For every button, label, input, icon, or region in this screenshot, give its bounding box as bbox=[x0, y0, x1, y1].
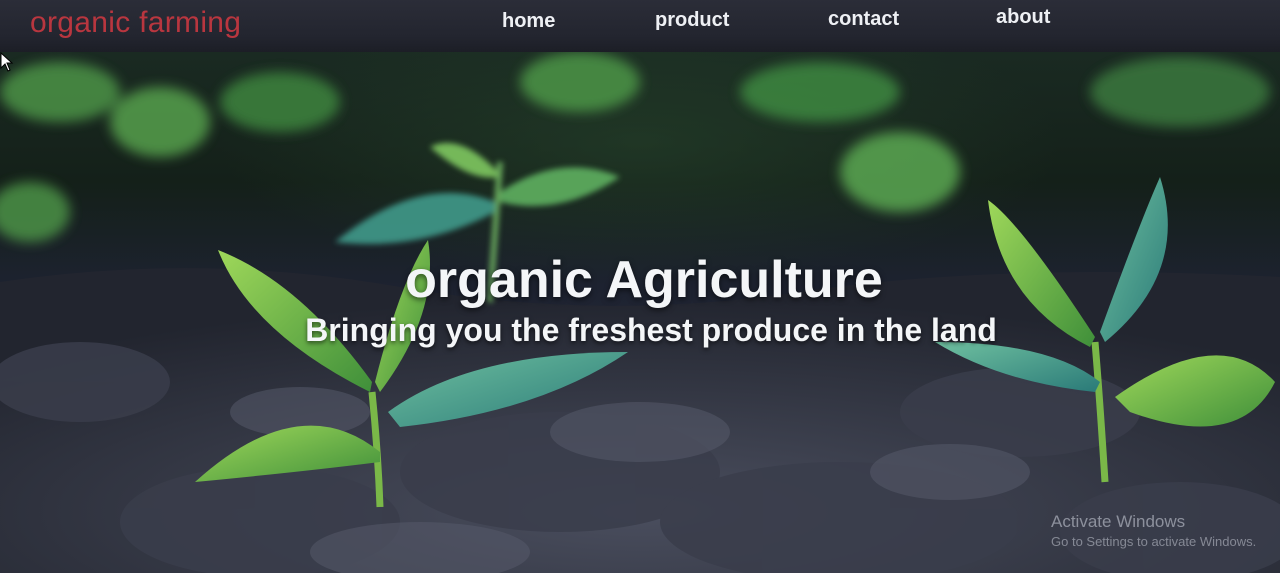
hero-subtitle: Bringing you the freshest produce in the… bbox=[305, 312, 997, 348]
nav-link-product[interactable]: product bbox=[655, 9, 729, 32]
mouse-cursor-icon bbox=[0, 52, 14, 72]
hero-section: organic Agriculture Bringing you the fre… bbox=[0, 52, 1280, 573]
hero-title: organic Agriculture bbox=[405, 251, 883, 309]
activate-windows-watermark-subtitle: Go to Settings to activate Windows. bbox=[1051, 534, 1257, 549]
nav-link-about[interactable]: about bbox=[996, 6, 1050, 29]
activate-windows-watermark-title: Activate Windows bbox=[1051, 512, 1186, 531]
nav-link-contact[interactable]: contact bbox=[828, 8, 899, 31]
top-navbar: organic farming home product contact abo… bbox=[0, 0, 1280, 52]
brand-logo-link[interactable]: organic farming bbox=[30, 6, 241, 40]
nav-link-home[interactable]: home bbox=[502, 10, 555, 33]
